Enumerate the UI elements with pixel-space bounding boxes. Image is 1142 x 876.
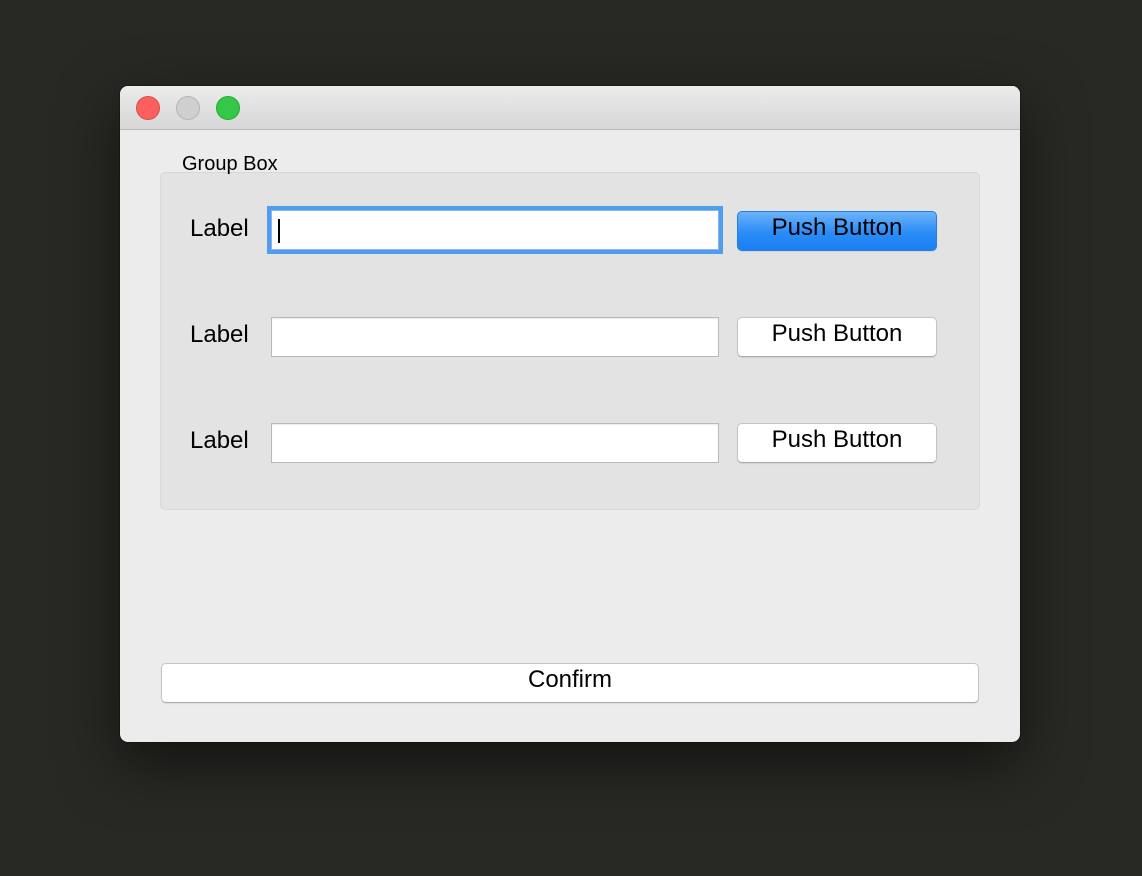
row-1-text-input[interactable] (271, 210, 719, 250)
row-2-label: Label (190, 321, 249, 348)
row-2-text-input[interactable] (271, 317, 719, 357)
close-window-button[interactable] (136, 96, 160, 120)
row-3-label: Label (190, 427, 249, 454)
minimize-window-button[interactable] (176, 96, 200, 120)
row-1-push-button[interactable]: Push Button (737, 211, 937, 251)
app-window: Group Box Label Push Button Label Push B… (120, 86, 1020, 742)
row-1-label: Label (190, 215, 249, 242)
row-3-text-input[interactable] (271, 423, 719, 463)
text-caret (278, 219, 280, 243)
group-box-title: Group Box (182, 153, 278, 175)
row-2-push-button[interactable]: Push Button (737, 317, 937, 357)
row-3-push-button[interactable]: Push Button (737, 423, 937, 463)
confirm-button[interactable]: Confirm (161, 663, 979, 703)
title-bar[interactable] (120, 86, 1020, 130)
zoom-window-button[interactable] (216, 96, 240, 120)
